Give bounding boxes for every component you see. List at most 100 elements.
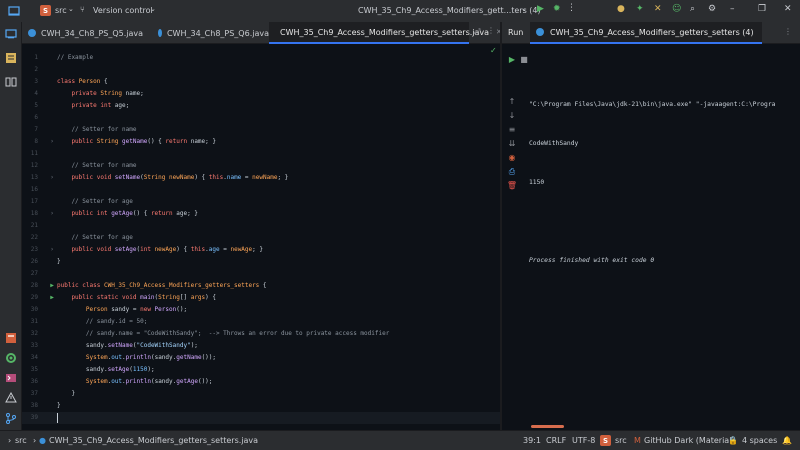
code-line[interactable]: 17 // Setter for age (22, 196, 500, 208)
code-line[interactable]: 1 // Example (22, 52, 500, 64)
code-line[interactable]: 4 private String name; (22, 88, 500, 100)
line-number: 31 (30, 318, 38, 325)
code-line[interactable]: 35 sandy.setAge(1150); (22, 364, 500, 376)
tab-cwh-35-access-modifiers[interactable]: CWH_35_Ch9_Access_Modifiers_getters_sett… (269, 22, 502, 44)
version-control-menu[interactable]: Version control (93, 6, 153, 15)
theme-name[interactable]: GitHub Dark (Material) (644, 436, 735, 445)
more-tabs-icon[interactable]: ⋮ (487, 26, 495, 35)
code-line[interactable]: 8 › public String getName() { return name… (22, 136, 500, 148)
bookmarks-icon[interactable] (5, 76, 17, 88)
scroll-up-icon[interactable]: ↑ (506, 96, 518, 108)
chevron-down-icon[interactable]: ⌄ (521, 5, 527, 13)
code-line[interactable]: 33 sandy.setName("CodeWithSandy"); (22, 340, 500, 352)
chevron-down-icon[interactable]: ⌄ (68, 5, 74, 13)
code-line[interactable]: 32 // sandy.name = "CodeWithSandy"; --> … (22, 328, 500, 340)
code-text: // Example (57, 52, 93, 64)
stop-icon[interactable]: ■ (518, 54, 530, 66)
code-line[interactable]: 22 // Setter for age (22, 232, 500, 244)
run-icon[interactable]: ▶ (537, 4, 544, 14)
console-output[interactable]: "C:\Program Files\Java\jdk-21\bin\java.e… (529, 72, 800, 293)
project-folder-icon[interactable] (5, 28, 17, 40)
code-line[interactable]: 26} (22, 256, 500, 268)
structure-icon[interactable] (5, 52, 17, 64)
pin-icon[interactable]: ◉ (506, 152, 518, 164)
settings-gear-icon[interactable]: ⚙ (708, 4, 716, 14)
soft-wrap-icon[interactable]: ≡ (506, 124, 518, 136)
code-line[interactable]: 36 System.out.println(sandy.getAge()); (22, 376, 500, 388)
fold-gutter-icon[interactable]: › (47, 136, 57, 148)
scroll-down-icon[interactable]: ↓ (506, 110, 518, 122)
line-separator[interactable]: CRLF (546, 436, 566, 445)
code-with-me-icon[interactable]: ☺ (672, 4, 681, 14)
code-line[interactable]: 16 (22, 184, 500, 196)
module-badge[interactable]: S (600, 435, 611, 446)
scroll-to-end-icon[interactable]: ⇊ (506, 138, 518, 150)
notifications-icon[interactable]: 🔔 (782, 436, 792, 445)
code-line[interactable]: 3 class Person { (22, 76, 500, 88)
restore-icon[interactable]: ❐ (758, 4, 766, 14)
fold-gutter-icon[interactable]: › (47, 244, 57, 256)
breadcrumb-root[interactable]: src (15, 436, 27, 445)
trash-icon[interactable]: 🗑 (506, 180, 518, 192)
run-configuration-selector[interactable]: CWH_35_Ch9_Access_Modifiers_gett...ters … (358, 6, 541, 15)
code-line[interactable]: 21 (22, 220, 500, 232)
fold-gutter-icon[interactable]: › (47, 172, 57, 184)
code-line[interactable]: 11 (22, 148, 500, 160)
terminal-icon[interactable] (5, 372, 17, 384)
code-line[interactable]: 30 Person sandy = new Person(); (22, 304, 500, 316)
minimize-icon[interactable]: – (730, 4, 735, 14)
search-icon[interactable]: ⌕ (690, 4, 695, 14)
code-line[interactable]: 12 // Setter for name (22, 160, 500, 172)
run-tab[interactable]: CWH_35_Ch9_Access_Modifiers_getters_sett… (530, 22, 762, 44)
code-line[interactable]: 5 private int age; (22, 100, 500, 112)
code-line[interactable]: 13 › public void setName(String newName) … (22, 172, 500, 184)
pin-tab-icon[interactable]: ⤢ (474, 27, 480, 37)
caret-position[interactable]: 39:1 (523, 436, 541, 445)
debug-icon[interactable]: ✹ (553, 4, 561, 14)
chevron-down-icon[interactable]: ⌄ (150, 5, 156, 13)
code-line[interactable]: 23 › public void setAge(int newAge) { thi… (22, 244, 500, 256)
services-icon[interactable] (5, 332, 17, 344)
project-name[interactable]: src (55, 6, 67, 15)
code-line[interactable]: 2 (22, 64, 500, 76)
tab-cwh-34-ps-q6[interactable]: CWH_34_Ch8_PS_Q6.java (152, 22, 269, 44)
code-line[interactable]: 29 ▶ public static void main(String[] arg… (22, 292, 500, 304)
main-menu-icon[interactable] (8, 5, 20, 17)
breadcrumb-file[interactable]: CWH_35_Ch9_Access_Modifiers_getters_sett… (49, 436, 258, 445)
no-problems-check-icon[interactable]: ✓ (490, 46, 497, 55)
code-line[interactable]: 6 (22, 112, 500, 124)
problems-icon[interactable] (5, 392, 17, 404)
code-line[interactable]: 31 // sandy.id = 50; (22, 316, 500, 328)
close-icon[interactable]: ✕ (784, 4, 792, 14)
print-icon[interactable]: ⎙ (506, 166, 518, 178)
file-encoding[interactable]: UTF-8 (572, 436, 595, 445)
branch-icon[interactable]: ⑂ (80, 5, 85, 14)
horizontal-scrollbar[interactable] (531, 425, 564, 428)
project-badge[interactable]: S (40, 5, 51, 16)
indent-setting[interactable]: 4 spaces (742, 436, 777, 445)
code-editor[interactable]: 1// Example 2 3 class Person {4 private Str… (22, 44, 500, 430)
run-gutter-icon[interactable]: ▶ (47, 280, 57, 292)
git-icon[interactable] (5, 412, 17, 424)
rerun-icon[interactable]: ▶ (506, 54, 518, 66)
run-settings-icon[interactable] (5, 352, 17, 364)
code-line[interactable]: 34 System.out.println(sandy.getName()); (22, 352, 500, 364)
line-number: 7 (34, 126, 38, 133)
run-gutter-icon[interactable]: ▶ (47, 292, 57, 304)
tab-cwh-34-ps-q5[interactable]: CWH_34_Ch8_PS_Q5.java (22, 22, 152, 44)
code-line[interactable]: 18 › public int getAge() { return age; } (22, 208, 500, 220)
more-actions-icon[interactable]: ⋮ (567, 3, 576, 13)
code-line[interactable]: 28 ▶ public class CWH_35_Ch9_Access_Modifi… (22, 280, 500, 292)
user-icon[interactable]: ● (617, 4, 625, 14)
code-line[interactable]: 7 // Setter for name (22, 124, 500, 136)
build-tools-icon[interactable]: ✕ (654, 4, 662, 14)
fold-gutter-icon[interactable]: › (47, 208, 57, 220)
code-line[interactable]: 38} (22, 400, 500, 412)
code-line[interactable]: 39 (22, 412, 500, 424)
plugins-icon[interactable]: ✦ (636, 4, 644, 14)
code-line[interactable]: 27 (22, 268, 500, 280)
module-name[interactable]: src (615, 436, 627, 445)
lock-icon[interactable]: 🔒 (728, 436, 738, 445)
more-options-icon[interactable]: ⋮ (784, 27, 792, 36)
code-line[interactable]: 37 } (22, 388, 500, 400)
